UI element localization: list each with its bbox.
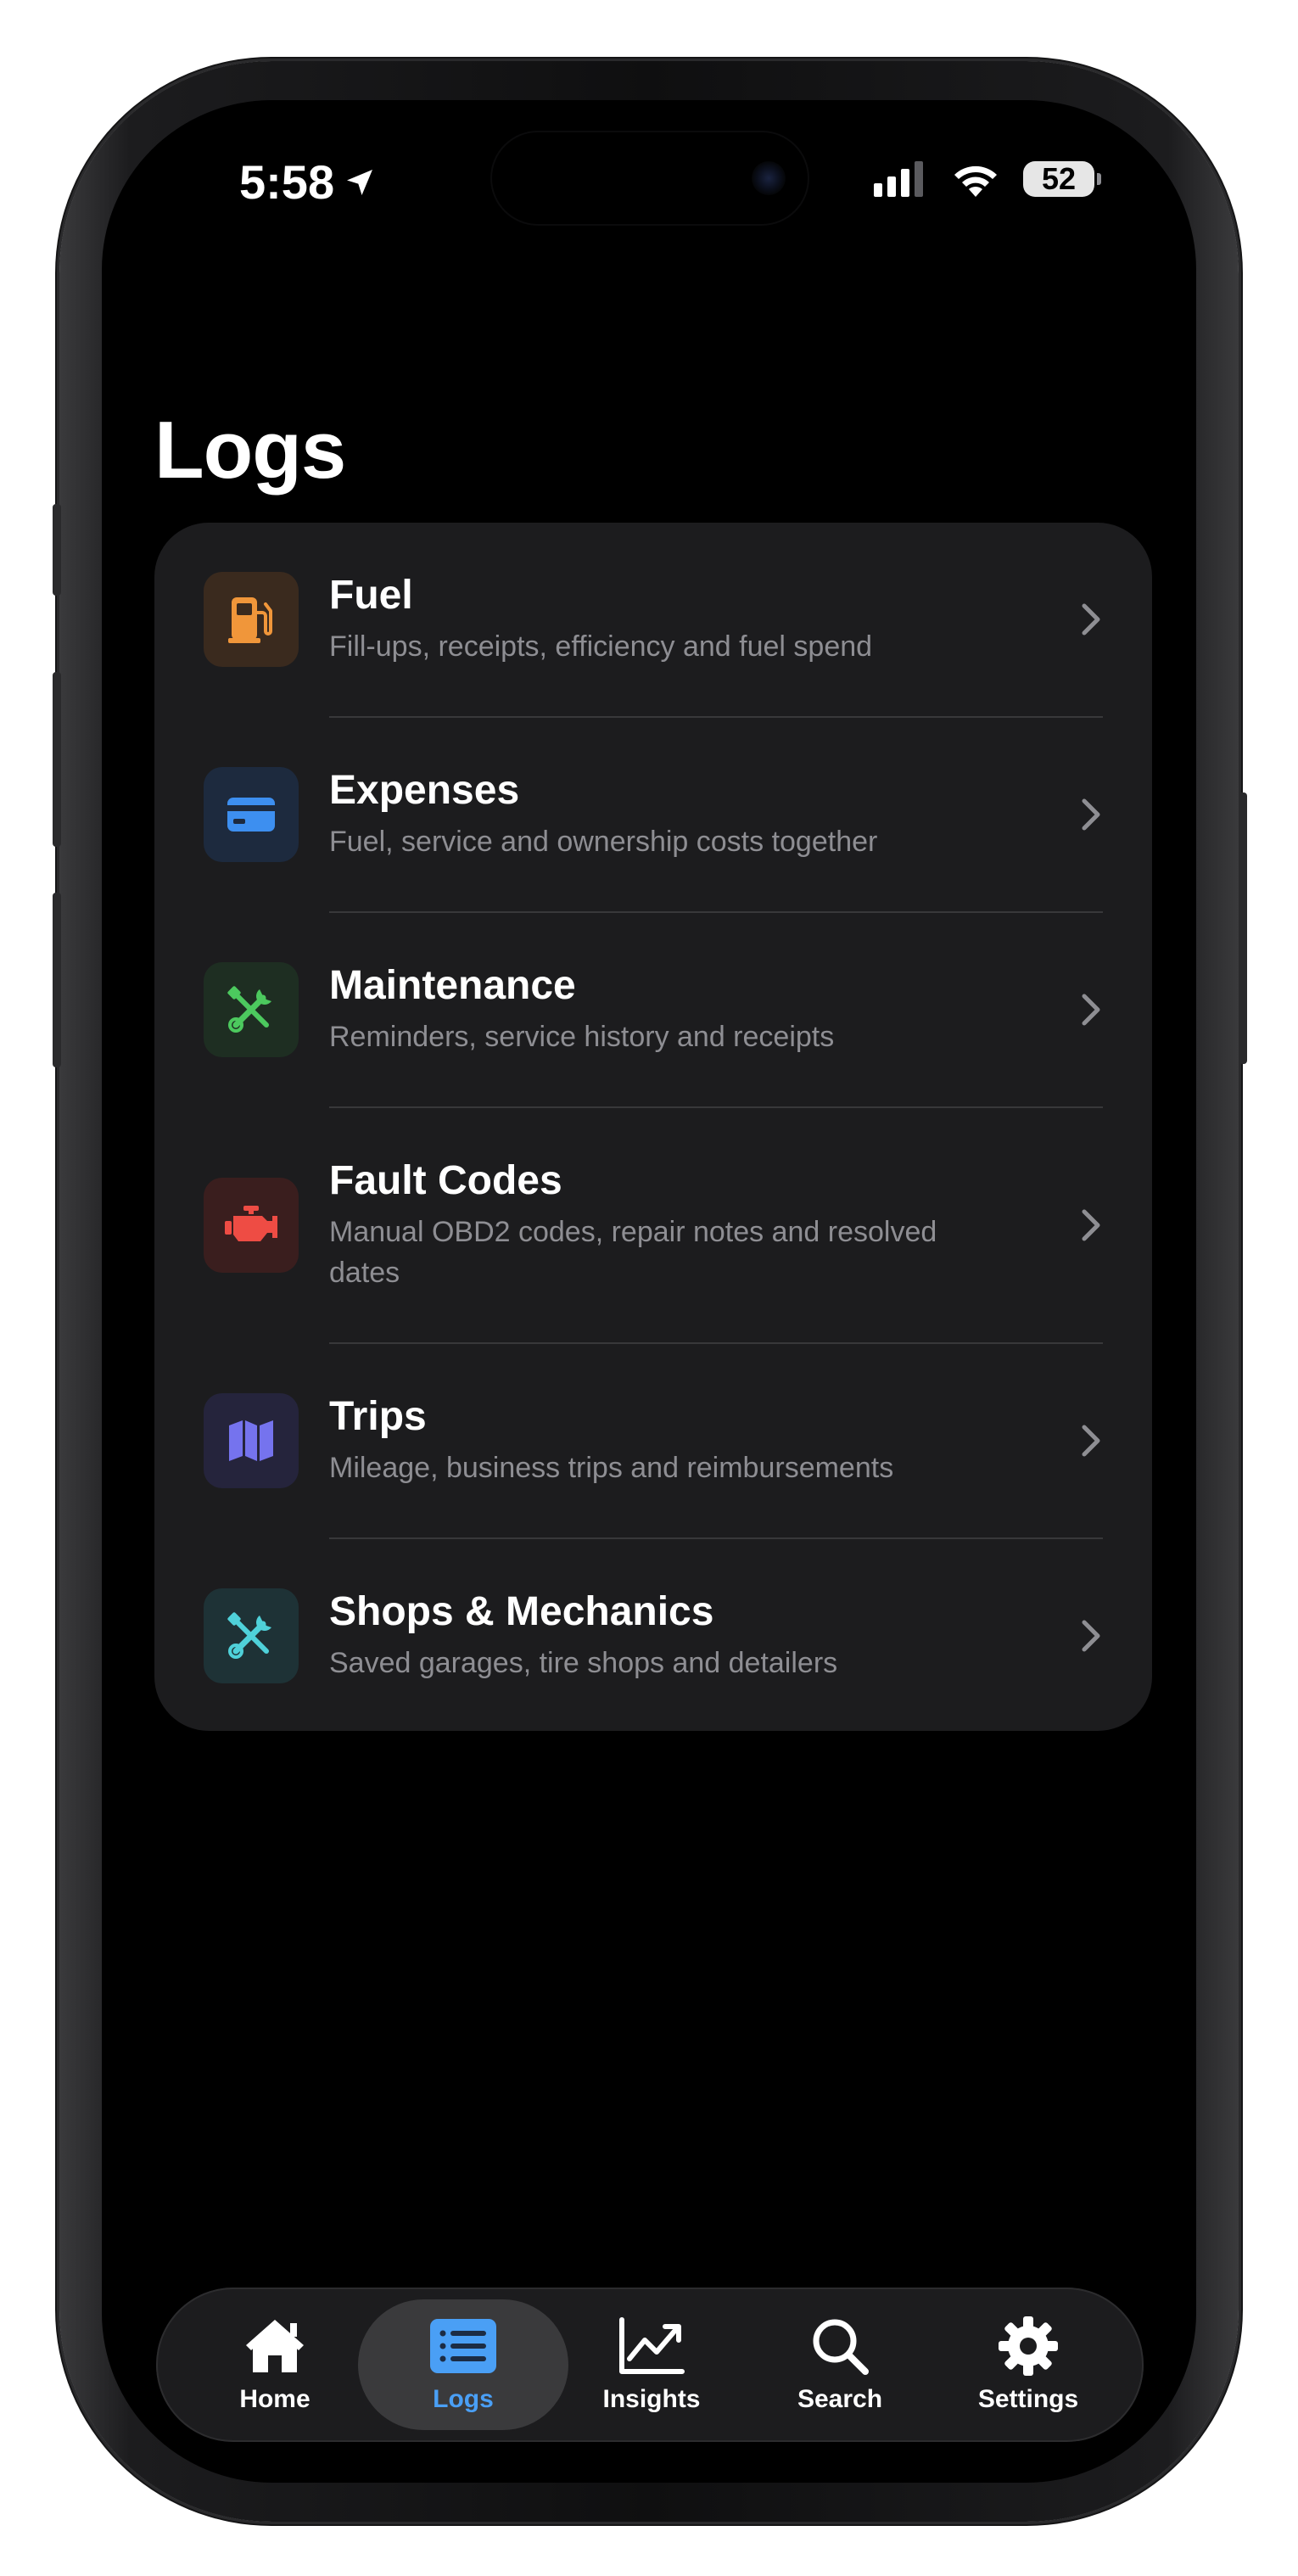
list-item-title: Fault Codes xyxy=(329,1158,562,1203)
list-item-title: Shops & Mechanics xyxy=(329,1589,714,1634)
cellular-signal-icon xyxy=(874,161,923,197)
status-indicators: 52 xyxy=(874,161,1101,197)
magnifier-icon xyxy=(806,2316,874,2377)
list-item-subtitle: Fill-ups, receipts, efficiency and fuel … xyxy=(329,630,873,663)
list-item-expenses[interactable]: Expenses Fuel, service and ownership cos… xyxy=(154,718,1152,911)
tools-icon xyxy=(227,1612,271,1659)
list-item-shops-mechanics[interactable]: Shops & Mechanics Saved garages, tire sh… xyxy=(154,1539,1152,1731)
maintenance-icon-box xyxy=(204,962,299,1057)
house-icon xyxy=(241,2316,309,2377)
map-icon xyxy=(229,1420,273,1461)
action-button xyxy=(53,504,61,596)
list-item-fault-codes[interactable]: Fault Codes Manual OBD2 codes, repair no… xyxy=(154,1108,1152,1342)
expenses-icon-box xyxy=(204,767,299,862)
fuel-pump-icon xyxy=(228,597,272,643)
volume-up-button xyxy=(53,672,61,847)
location-arrow-icon xyxy=(347,169,373,195)
screen: 5:58 52 Logs Fuel Fill-ups, receipts, ef… xyxy=(102,100,1196,2483)
chevron-right-icon xyxy=(1082,798,1100,831)
camera-icon xyxy=(752,161,786,195)
tab-label: Home xyxy=(239,2385,311,2413)
list-item-trips[interactable]: Trips Mileage, business trips and reimbu… xyxy=(154,1344,1152,1537)
dynamic-island xyxy=(490,131,809,226)
page-title: Logs xyxy=(154,405,346,496)
list-item-subtitle: Mileage, business trips and reimbursemen… xyxy=(329,1452,894,1484)
credit-card-icon xyxy=(227,798,275,832)
gear-icon xyxy=(994,2316,1062,2377)
list-item-subtitle: Reminders, service history and receipts xyxy=(329,1021,835,1053)
tab-label: Insights xyxy=(602,2385,701,2413)
volume-down-button xyxy=(53,893,61,1067)
tab-label: Search xyxy=(797,2385,883,2413)
tab-label: Logs xyxy=(433,2385,494,2413)
logs-list: Fuel Fill-ups, receipts, efficiency and … xyxy=(154,523,1152,1731)
list-item-subtitle: Manual OBD2 codes, repair notes and reso… xyxy=(329,1216,937,1289)
battery-level: 52 xyxy=(1041,161,1077,196)
chevron-right-icon xyxy=(1082,1620,1100,1652)
tab-settings[interactable]: Settings xyxy=(930,2288,1127,2442)
tab-label: Settings xyxy=(977,2385,1079,2413)
status-time: 5:58 xyxy=(239,154,377,210)
tab-home[interactable]: Home xyxy=(176,2288,373,2442)
tab-insights[interactable]: Insights xyxy=(553,2288,750,2442)
list-item-title: Expenses xyxy=(329,768,520,813)
chevron-right-icon xyxy=(1082,1425,1100,1457)
list-item-fuel[interactable]: Fuel Fill-ups, receipts, efficiency and … xyxy=(154,523,1152,716)
chevron-right-icon xyxy=(1082,994,1100,1026)
list-item-title: Trips xyxy=(329,1394,427,1439)
engine-icon xyxy=(225,1206,277,1241)
chart-line-icon xyxy=(618,2316,685,2377)
wifi-icon xyxy=(954,165,997,197)
list-item-title: Maintenance xyxy=(329,963,576,1008)
wrench-screwdriver-icon xyxy=(227,986,271,1033)
chevron-right-icon xyxy=(1082,1209,1100,1241)
list-icon xyxy=(429,2316,497,2377)
battery-icon: 52 xyxy=(1023,161,1101,197)
fuel-icon-box xyxy=(204,572,299,667)
fault-codes-icon-box xyxy=(204,1178,299,1273)
list-item-subtitle: Saved garages, tire shops and detailers xyxy=(329,1647,838,1679)
tab-logs[interactable]: Logs xyxy=(358,2288,568,2442)
power-button xyxy=(1239,792,1247,1064)
trips-icon-box xyxy=(204,1393,299,1488)
tab-bar: Home Logs Insights Search Settings xyxy=(156,2288,1144,2442)
chevron-right-icon xyxy=(1082,603,1100,636)
list-item-maintenance[interactable]: Maintenance Reminders, service history a… xyxy=(154,913,1152,1106)
list-item-subtitle: Fuel, service and ownership costs togeth… xyxy=(329,826,878,858)
tab-search[interactable]: Search xyxy=(741,2288,938,2442)
list-item-title: Fuel xyxy=(329,573,413,618)
status-time-text: 5:58 xyxy=(239,155,335,209)
shops-icon-box xyxy=(204,1588,299,1683)
